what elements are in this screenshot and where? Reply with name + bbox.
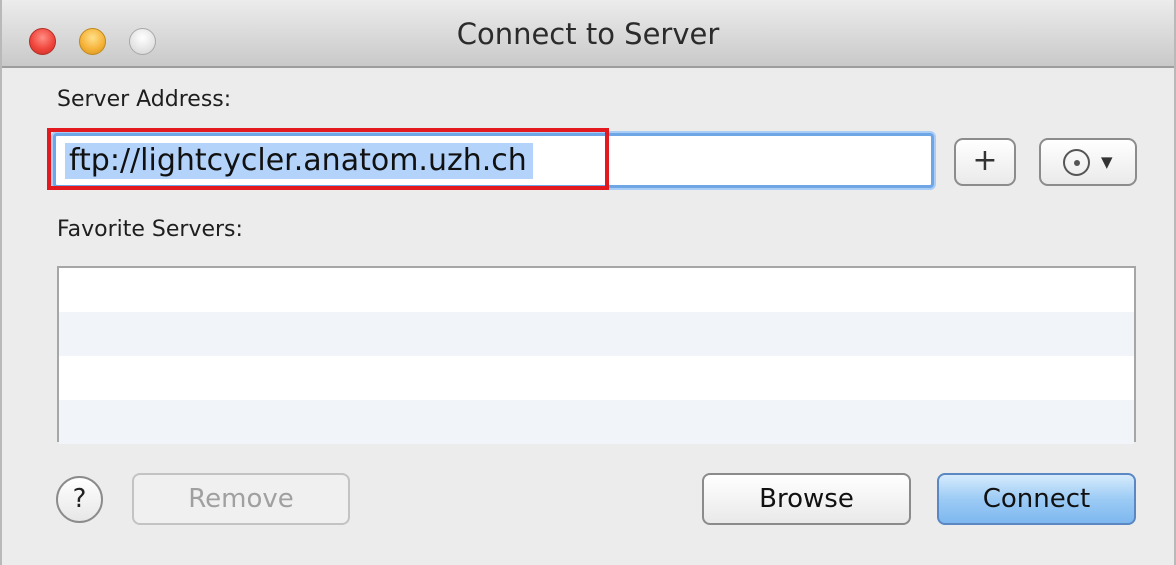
action-gear-icon xyxy=(1063,149,1090,176)
recent-servers-button[interactable]: ▼ xyxy=(1039,138,1137,186)
annotation-highlight-box xyxy=(47,128,609,190)
list-item[interactable] xyxy=(59,356,1134,400)
connect-to-server-window: Connect to Server Server Address: ftp://… xyxy=(0,0,1176,565)
list-item[interactable] xyxy=(59,400,1134,444)
list-item[interactable] xyxy=(59,268,1134,312)
window-title: Connect to Server xyxy=(456,17,720,51)
server-address-label: Server Address: xyxy=(57,87,232,112)
chevron-down-icon: ▼ xyxy=(1101,153,1113,171)
favorite-servers-list[interactable] xyxy=(57,266,1136,444)
title-bar: Connect to Server xyxy=(2,0,1174,68)
connect-button[interactable]: Connect xyxy=(937,473,1136,525)
remove-button[interactable]: Remove xyxy=(132,473,350,525)
add-favorite-button[interactable]: + xyxy=(954,138,1016,186)
browse-button[interactable]: Browse xyxy=(702,473,911,525)
help-button[interactable]: ? xyxy=(56,476,103,523)
favorite-servers-label: Favorite Servers: xyxy=(57,217,243,242)
list-item[interactable] xyxy=(59,312,1134,356)
